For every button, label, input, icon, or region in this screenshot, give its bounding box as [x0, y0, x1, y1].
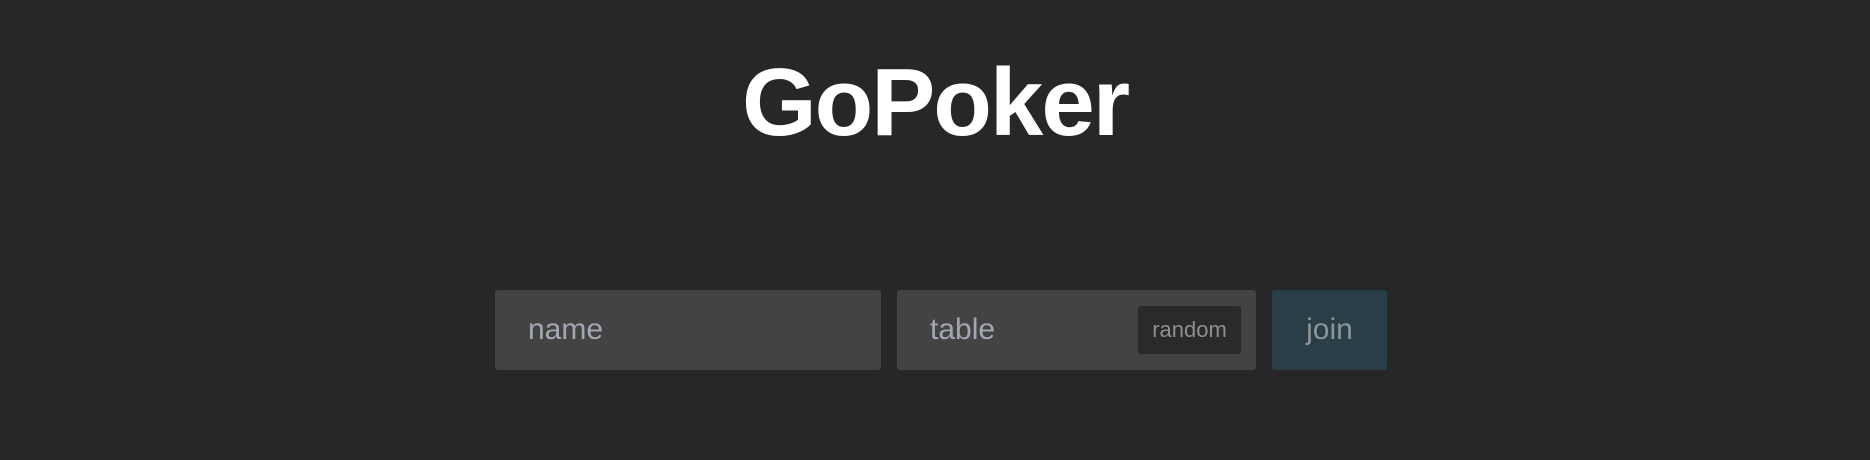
join-button[interactable]: join	[1272, 290, 1387, 370]
join-table-form: random join	[495, 290, 1387, 370]
name-input[interactable]	[495, 290, 881, 370]
page-title: GoPoker	[741, 49, 1130, 156]
gopoker-app: GoPoker random join	[0, 0, 1870, 460]
table-field-wrapper: random	[897, 290, 1256, 370]
random-table-button[interactable]: random	[1138, 306, 1241, 354]
